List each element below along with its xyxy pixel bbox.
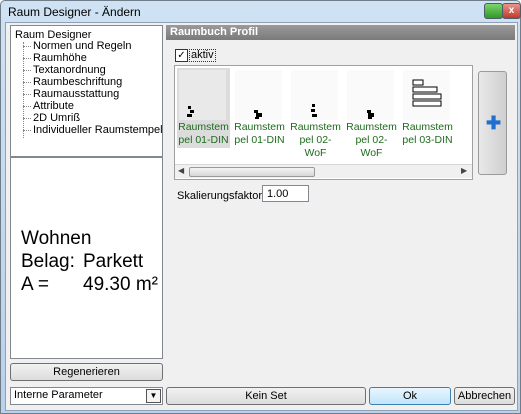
cancel-button[interactable]: Abbrechen [454,387,515,405]
preview-area-value: 49.30 m² [83,274,158,295]
tree-connector [23,94,31,95]
preview-area-label: A = [21,274,49,295]
tree-connector [23,118,31,119]
tree-item-attribute[interactable]: Attribute [33,100,74,112]
scrollbar-thumb[interactable] [189,167,315,177]
tile-label-line2: pel 03-DIN [402,134,453,146]
stamp-thumbnail-icon [187,106,194,117]
preview-room-name: Wohnen [21,228,92,249]
gallery-tile-1[interactable]: Raumstem pel 01-DIN [177,68,230,148]
preview-belag-label: Belag: [21,251,75,272]
gallery-tile-2[interactable]: Raumstem pel 01-DIN [233,68,286,148]
tree-item-raumhoehe[interactable]: Raumhöhe [33,52,87,64]
dialog-client: Raum Designer Normen und Regeln Raumhöhe… [5,22,518,411]
gallery-tile-3[interactable]: Raumstem pel 02-WoF [289,68,342,159]
stamp-thumbnail-icon [254,110,262,119]
ok-button[interactable]: Ok [369,387,451,405]
tile-label-line1: Raumstem [178,121,229,133]
tree-item-textanordnung[interactable]: Textanordnung [33,64,106,76]
restore-button[interactable] [484,3,503,19]
tile-label-line1: Raumstem [346,121,397,133]
tree-connector [23,82,31,83]
stamp-thumbnail [347,70,394,120]
parameter-select[interactable]: Interne Parameter ▼ [10,387,163,405]
scale-input[interactable]: 1.00 [262,185,309,202]
chevron-down-icon[interactable]: ▼ [146,389,161,403]
tile-label-line1: Raumstem [402,121,453,133]
stamp-thumbnail-icon [311,104,317,117]
add-profile-button[interactable]: ✚ [478,71,507,175]
tree-connector [23,106,31,107]
panel-header: Raumbuch Profil [166,25,515,40]
plus-icon: ✚ [486,113,502,133]
aktiv-checkbox[interactable]: ✓ [175,49,188,62]
gallery-scrollbar[interactable]: ◀ ▶ [175,164,472,178]
tree-connector [23,58,31,59]
preview-belag-value: Parkett [83,251,144,272]
tree-item-raumbeschriftung[interactable]: Raumbeschriftung [33,76,122,88]
stamp-thumbnail-icon [412,79,442,107]
tree-connector [23,70,31,71]
stamp-thumbnail [235,70,282,120]
gallery-tile-4[interactable]: Raumstem pel 02-WoF [345,68,398,159]
gallery-tile-5[interactable]: Raumstem pel 03-DIN [401,68,454,148]
regenerate-button[interactable]: Regenerieren [10,363,163,381]
stamp-thumbnail [403,70,450,120]
scale-label: Skalierungsfaktor : [177,190,269,202]
tree-connector [23,130,31,131]
window-title: Raum Designer - Ändern [8,5,141,19]
settings-tree[interactable]: Raum Designer Normen und Regeln Raumhöhe… [10,25,163,157]
scroll-right-icon[interactable]: ▶ [461,166,467,175]
tree-connector [23,42,24,138]
dialog-window: Raum Designer - Ändern x Raum Designer N… [0,0,521,414]
tile-label-line1: Raumstem [290,121,341,133]
kein-set-button[interactable]: Kein Set [166,387,366,405]
tile-label-line2: pel 01-DIN [178,134,229,146]
stamp-preview: Wohnen Belag: Parkett A = 49.30 m² [10,157,163,359]
stamp-thumbnail-icon [367,110,374,119]
profile-gallery: Raumstem pel 01-DIN Raumstem pel 01-DIN [174,65,473,180]
tree-item-2d-umriss[interactable]: 2D Umriß [33,112,80,124]
close-button[interactable]: x [502,3,521,19]
tile-label-line2: pel 01-DIN [234,134,285,146]
tile-label-line1: Raumstem [234,121,285,133]
title-bar[interactable]: Raum Designer - Ändern x [1,1,521,22]
stamp-thumbnail [179,70,226,120]
tile-label-line2: pel 02-WoF [355,134,388,159]
tree-item-raumausstattung[interactable]: Raumausstattung [33,88,119,100]
tree-item-raumstempel[interactable]: Individueller Raumstempel [33,124,163,136]
tree-item-normen[interactable]: Normen und Regeln [33,40,131,52]
parameter-select-value: Interne Parameter [14,389,103,401]
stamp-thumbnail [291,70,338,120]
tile-label-line2: pel 02-WoF [299,134,332,159]
aktiv-label[interactable]: aktiv [189,49,216,62]
tree-connector [23,46,31,47]
scroll-left-icon[interactable]: ◀ [178,166,184,175]
